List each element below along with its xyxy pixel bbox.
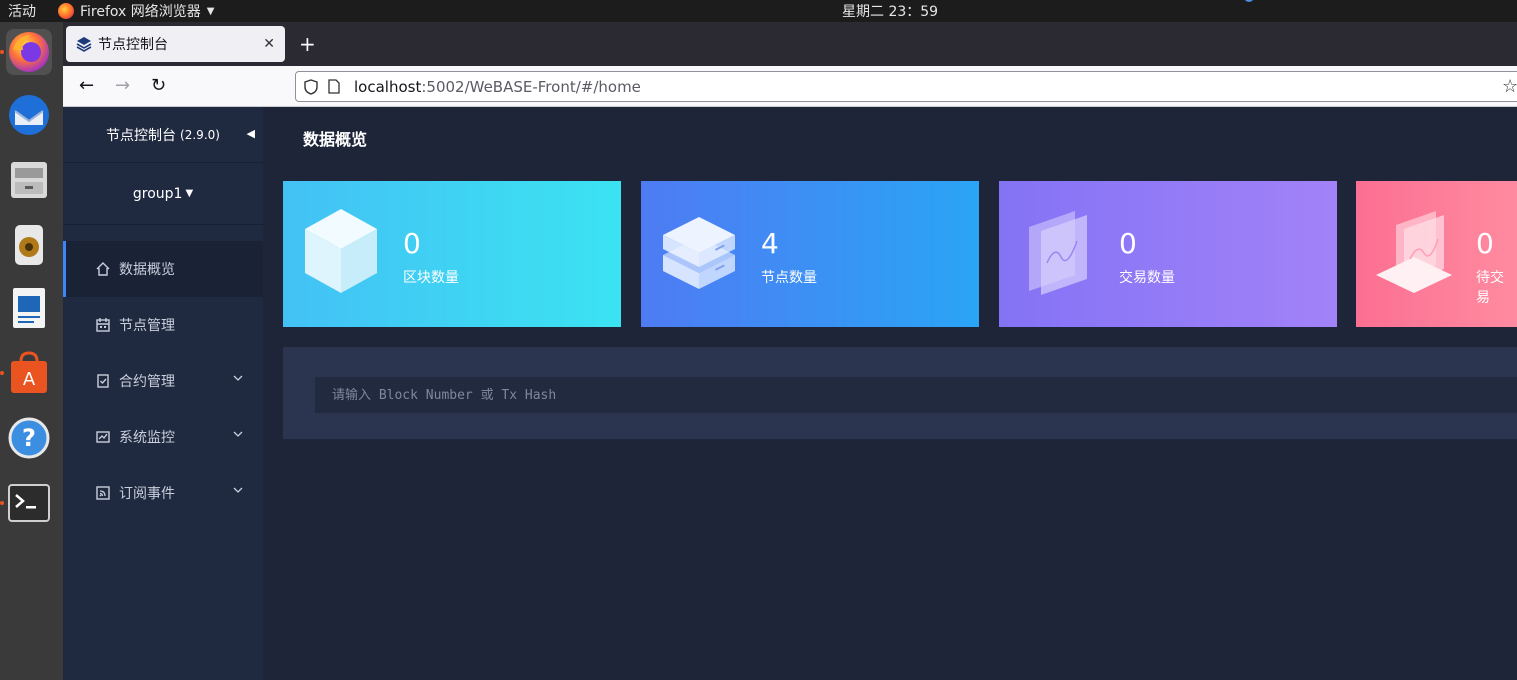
dock: A ? xyxy=(0,22,63,680)
svg-text:?: ? xyxy=(22,424,36,452)
activities-button[interactable]: 活动 xyxy=(8,1,36,21)
browser-tab[interactable]: 节点控制台 ✕ xyxy=(66,26,285,62)
stat-card-pending[interactable]: 0 待交易 xyxy=(1356,181,1517,327)
svg-text:A: A xyxy=(23,369,36,390)
reload-button[interactable]: ↻ xyxy=(151,75,166,96)
dock-thunderbird[interactable] xyxy=(6,92,52,138)
thunderbird-icon xyxy=(9,95,49,135)
firefox-icon xyxy=(58,3,74,19)
app-menu[interactable]: Firefox 网络浏览器 ▼ xyxy=(58,1,215,21)
home-icon xyxy=(96,262,110,276)
stat-card-blocks[interactable]: 0 区块数量 xyxy=(283,181,621,327)
chevron-down-icon xyxy=(233,487,243,493)
chevron-down-icon xyxy=(233,375,243,381)
pending-panel-icon xyxy=(1376,211,1452,293)
rss-icon xyxy=(96,486,110,500)
monitor-chart-icon xyxy=(96,431,110,443)
dock-files[interactable] xyxy=(6,157,52,203)
browser-nav-bar: ← → ↻ localhost:5002/WeBASE-Front/#/home… xyxy=(63,66,1517,107)
stat-label: 节点数量 xyxy=(761,270,817,286)
bookmark-star-icon[interactable]: ☆ xyxy=(1502,76,1517,97)
terminal-icon xyxy=(8,484,50,522)
page-title: 数据概览 xyxy=(303,130,368,149)
sidebar-item-label: 系统监控 xyxy=(119,430,175,446)
sidebar-item-events[interactable]: 订阅事件 xyxy=(63,465,263,521)
app-sidebar: 节点控制台 (2.9.0) ◀ group1 ▼ 数据概览 节点管理 合约管理 … xyxy=(63,107,263,680)
layers-icon xyxy=(76,37,92,52)
stat-card-transactions[interactable]: 0 交易数量 xyxy=(999,181,1337,327)
app-version: (2.9.0) xyxy=(180,127,220,142)
dock-software[interactable]: A xyxy=(6,350,52,396)
dock-terminal[interactable] xyxy=(6,480,52,526)
shield-icon[interactable] xyxy=(304,78,318,95)
help-icon: ? xyxy=(8,417,50,459)
running-indicator xyxy=(0,50,4,54)
transaction-panel-icon xyxy=(1029,211,1087,295)
new-tab-button[interactable]: + xyxy=(299,32,316,56)
sidebar-item-monitor[interactable]: 系统监控 xyxy=(63,409,263,465)
sidebar-menu: 数据概览 节点管理 合约管理 系统监控 订阅事件 xyxy=(63,241,263,521)
stat-label: 交易数量 xyxy=(1119,270,1175,286)
url-host: localhost xyxy=(354,77,422,96)
stat-label: 区块数量 xyxy=(403,270,459,286)
group-selector[interactable]: group1 ▼ xyxy=(63,163,263,225)
sidebar-item-label: 合约管理 xyxy=(119,374,175,390)
sidebar-item-nodes[interactable]: 节点管理 xyxy=(63,297,263,353)
main-content: 数据概览 0 区块数量 4 节点数量 0 交易数量 0 待交易 请输入 Bloc… xyxy=(263,107,1517,680)
sidebar-item-label: 节点管理 xyxy=(119,318,175,334)
sidebar-item-label: 订阅事件 xyxy=(119,486,175,502)
collapse-sidebar-icon[interactable]: ◀ xyxy=(247,127,255,140)
writer-icon xyxy=(13,288,45,328)
software-icon: A xyxy=(11,351,47,393)
forward-button[interactable]: → xyxy=(115,75,130,96)
back-button[interactable]: ← xyxy=(79,75,94,96)
running-indicator xyxy=(0,371,4,375)
status-indicator xyxy=(1244,0,1254,2)
dock-firefox[interactable] xyxy=(6,29,52,75)
stat-card-nodes[interactable]: 4 节点数量 xyxy=(641,181,979,327)
server-icon xyxy=(663,217,735,289)
tab-title: 节点控制台 xyxy=(98,37,168,53)
dock-rhythmbox[interactable] xyxy=(6,222,52,268)
stat-label: 待交易 xyxy=(1476,270,1504,306)
url-bar[interactable]: localhost:5002/WeBASE-Front/#/home ☆ xyxy=(295,71,1517,102)
dock-help[interactable]: ? xyxy=(6,415,52,461)
cube-icon xyxy=(305,209,377,293)
group-selector-label: group1 xyxy=(132,185,183,202)
firefox-icon xyxy=(9,32,49,72)
page-icon xyxy=(328,79,340,94)
chevron-down-icon xyxy=(233,431,243,437)
stat-value: 0 xyxy=(1119,227,1137,260)
url-path: :5002/WeBASE-Front/#/home xyxy=(421,77,641,96)
running-indicator xyxy=(0,501,4,505)
sidebar-item-contracts[interactable]: 合约管理 xyxy=(63,353,263,409)
browser-tab-strip: 节点控制台 ✕ + xyxy=(63,22,1517,66)
sidebar-item-label: 数据概览 xyxy=(119,262,175,278)
rhythmbox-icon xyxy=(15,225,43,265)
dock-writer[interactable] xyxy=(6,285,52,331)
chevron-down-icon: ▼ xyxy=(206,5,215,17)
calendar-icon xyxy=(96,318,110,332)
close-icon[interactable]: ✕ xyxy=(263,36,275,52)
sidebar-item-overview[interactable]: 数据概览 xyxy=(63,241,263,297)
stat-value: 0 xyxy=(1476,227,1494,260)
clipboard-check-icon xyxy=(97,374,109,388)
files-icon xyxy=(11,162,47,198)
clock[interactable]: 星期二 23：59 xyxy=(842,1,938,21)
search-input[interactable] xyxy=(315,377,1517,413)
app-title: 节点控制台 xyxy=(106,127,177,144)
search-panel xyxy=(283,347,1517,439)
app-menu-label: Firefox 网络浏览器 xyxy=(80,4,201,20)
system-top-bar: 活动 Firefox 网络浏览器 ▼ 星期二 23：59 xyxy=(0,0,1517,22)
caret-down-icon: ▼ xyxy=(185,188,194,199)
stat-value: 0 xyxy=(403,227,421,260)
sidebar-header: 节点控制台 (2.9.0) ◀ xyxy=(63,107,263,163)
stat-value: 4 xyxy=(761,227,779,260)
